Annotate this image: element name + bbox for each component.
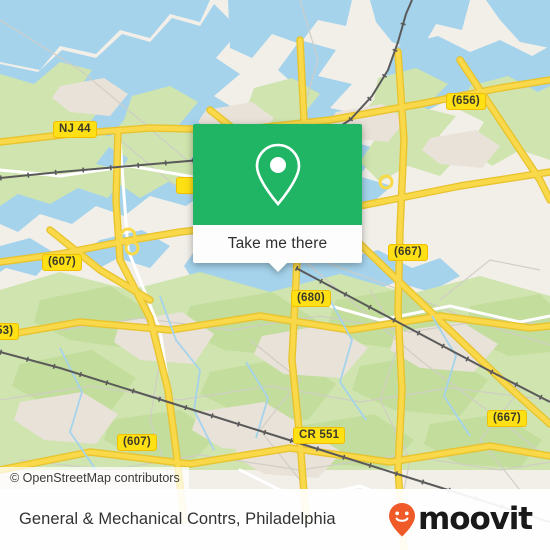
moovit-pin-smiley-icon [389, 502, 416, 536]
road-shield-cr551: CR 551 [293, 427, 346, 444]
road-shield-653: 53) [0, 323, 20, 340]
road-shield-667-b: (667) [487, 410, 527, 427]
popup-tail-triangle [268, 263, 287, 272]
road-shield-nj44: NJ 44 [53, 121, 97, 138]
take-me-there-label: Take me there [227, 235, 328, 252]
road-shield-607-b: (607) [117, 434, 157, 451]
popup-action-bar[interactable]: Take me there [193, 225, 362, 272]
road-shield-667-a: (667) [388, 244, 428, 261]
road-shield-680: (680) [291, 290, 331, 307]
osm-attribution[interactable]: © OpenStreetMap contributors [0, 467, 189, 489]
moovit-logo[interactable]: moovit [387, 501, 533, 538]
moovit-wordmark: moovit [418, 501, 533, 537]
take-me-there-popup[interactable]: Take me there [193, 124, 362, 272]
road-shield-607-a: (607) [42, 254, 82, 271]
footer-bar: General & Mechanical Contrs, Philadelphi… [0, 489, 550, 550]
popup-pin-area [193, 124, 362, 225]
map-screenshot-root: NJ 44 (656) (607) (667) (680) 53) (607) … [0, 0, 550, 550]
map-pin-icon [255, 143, 300, 206]
place-title: General & Mechanical Contrs, Philadelphi… [19, 510, 336, 528]
osm-attribution-text: © OpenStreetMap contributors [10, 471, 180, 485]
road-shield-656: (656) [446, 93, 486, 110]
